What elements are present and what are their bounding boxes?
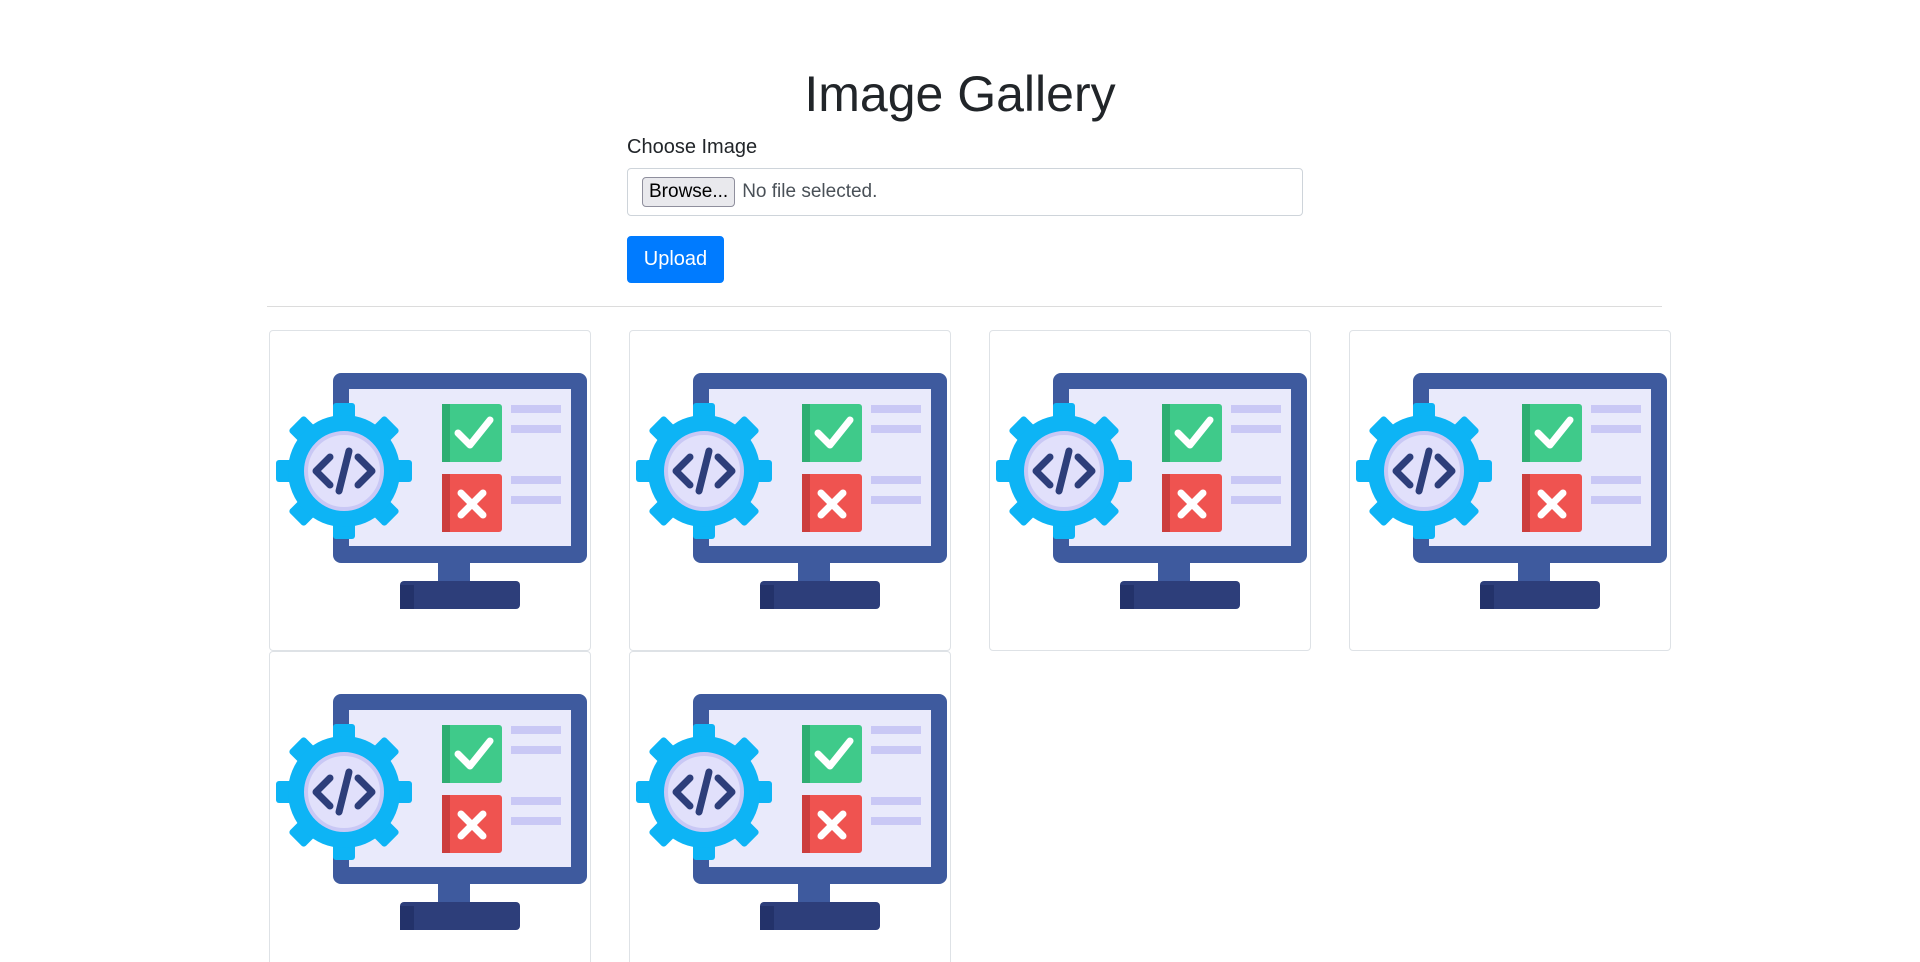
- software-testing-monitor-icon: [276, 694, 587, 930]
- file-status-text: No file selected.: [742, 181, 878, 202]
- upload-button[interactable]: Upload: [627, 236, 724, 283]
- gallery-card[interactable]: [629, 330, 951, 651]
- divider: [267, 306, 1662, 307]
- software-testing-monitor-icon: [636, 373, 947, 609]
- software-testing-monitor-icon: [1356, 373, 1667, 609]
- upload-form: Choose Image Browse... No file selected.…: [627, 132, 1303, 283]
- software-testing-monitor-icon: [996, 373, 1307, 609]
- gallery-card[interactable]: [269, 330, 591, 651]
- software-testing-monitor-icon: [276, 373, 587, 609]
- gallery-card[interactable]: [629, 651, 951, 962]
- browse-button[interactable]: Browse...: [642, 177, 736, 207]
- gallery-card[interactable]: [989, 330, 1311, 651]
- software-testing-monitor-icon: [636, 694, 947, 930]
- gallery-card[interactable]: [269, 651, 591, 962]
- file-input[interactable]: Browse... No file selected.: [627, 168, 1303, 216]
- page-title: Image Gallery: [804, 66, 1116, 122]
- gallery-card[interactable]: [1349, 330, 1671, 651]
- page: Image Gallery Choose Image Browse... No …: [0, 0, 1920, 962]
- choose-image-label: Choose Image: [627, 136, 758, 158]
